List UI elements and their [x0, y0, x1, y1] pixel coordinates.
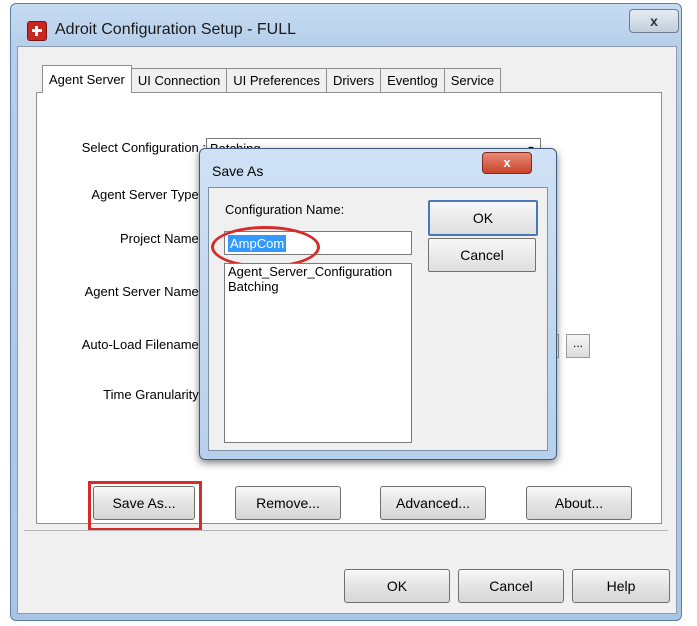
window-title: Adroit Configuration Setup - FULL — [55, 21, 297, 38]
select-configuration-label: Select Configuration : — [81, 140, 206, 155]
app-icon — [27, 21, 47, 41]
save-as-highlight — [88, 481, 202, 531]
remove-button[interactable]: Remove... — [235, 486, 341, 520]
about-button[interactable]: About... — [526, 486, 632, 520]
save-as-dialog: Save As x Configuration Name: AmpCom Age… — [199, 148, 557, 460]
dialog-close-button[interactable]: x — [482, 152, 532, 174]
help-button[interactable]: Help — [572, 569, 670, 603]
tab-drivers[interactable]: Drivers — [325, 68, 382, 93]
time-granularity-label: Time Granularity : — [103, 387, 206, 402]
tab-ui-connection[interactable]: UI Connection — [130, 68, 228, 93]
dialog-ok-button[interactable]: OK — [428, 200, 538, 236]
dialog-title: Save As — [212, 163, 264, 179]
cancel-button[interactable]: Cancel — [458, 569, 564, 603]
dialog-client-area: Configuration Name: AmpCom Agent_Server_… — [208, 187, 548, 451]
configuration-name-label: Configuration Name: — [225, 202, 345, 217]
agent-server-type-label: Agent Server Type : — [91, 187, 206, 202]
window-close-button[interactable]: x — [629, 9, 679, 33]
project-name-label: Project Name : — [120, 231, 206, 246]
tab-ui-preferences[interactable]: UI Preferences — [226, 68, 327, 93]
dialog-cancel-button[interactable]: Cancel — [428, 238, 536, 272]
auto-load-filename-label: Auto-Load Filename : — [81, 337, 206, 352]
browse-button[interactable]: ... — [566, 334, 590, 358]
agent-server-name-label: Agent Server Name : — [84, 284, 206, 299]
title-bar[interactable]: Adroit Configuration Setup - FULL x — [11, 4, 681, 46]
list-item[interactable]: Batching — [225, 279, 411, 294]
tab-strip: Agent Server UI Connection UI Preference… — [42, 65, 502, 93]
tab-agent-server[interactable]: Agent Server — [42, 65, 132, 93]
configuration-name-highlight — [211, 226, 320, 268]
ok-button[interactable]: OK — [344, 569, 450, 603]
tab-service[interactable]: Service — [443, 68, 502, 93]
advanced-button[interactable]: Advanced... — [380, 486, 486, 520]
separator — [24, 530, 668, 531]
configuration-list[interactable]: Agent_Server_Configuration Batching — [224, 263, 412, 443]
list-item[interactable]: Agent_Server_Configuration — [225, 264, 411, 279]
tab-eventlog[interactable]: Eventlog — [380, 68, 445, 93]
